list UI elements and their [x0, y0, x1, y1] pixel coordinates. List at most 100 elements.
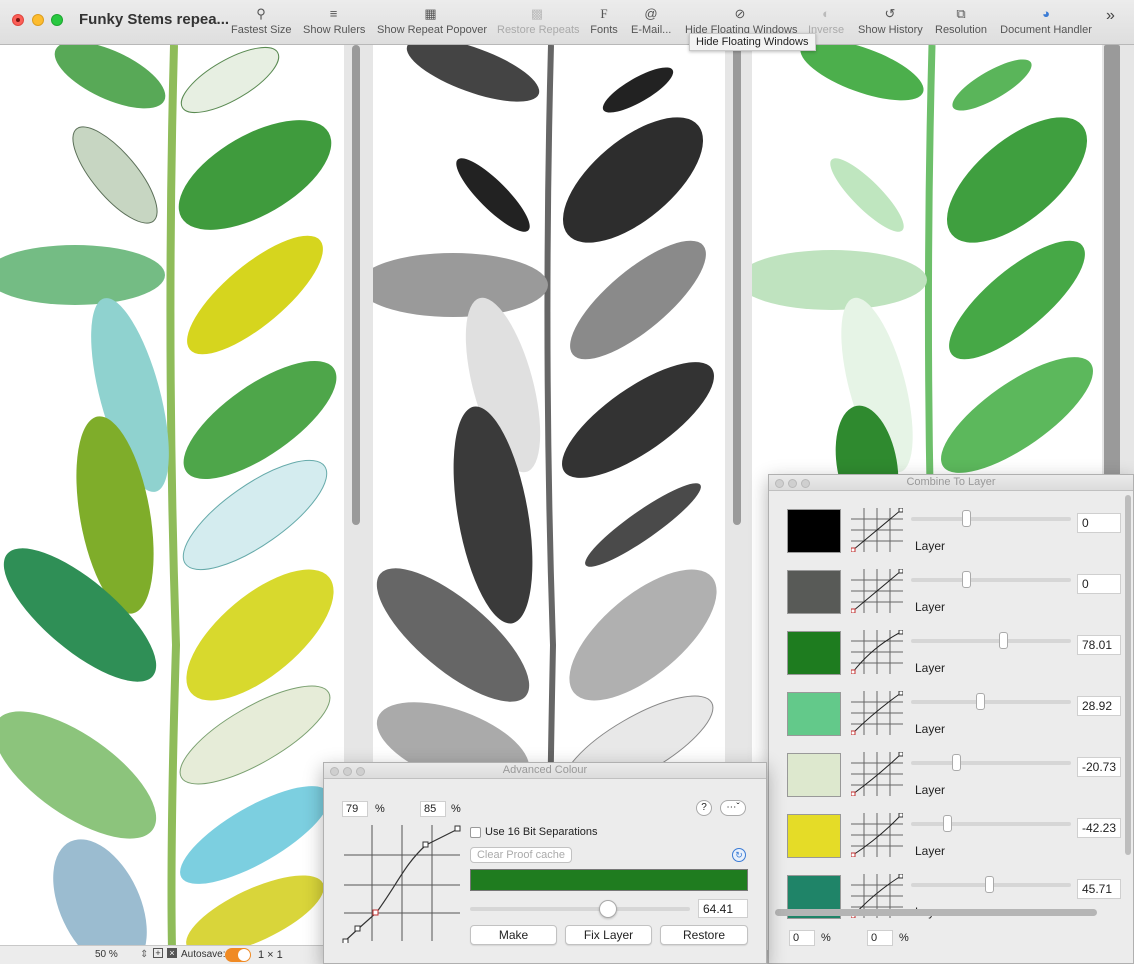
email-button[interactable]: @ E-Mail...: [631, 4, 671, 44]
layer-value-field[interactable]: 0: [1077, 513, 1121, 533]
document-handler-button[interactable]: ◕ Document Handler: [1000, 4, 1092, 44]
resolution-button[interactable]: ⧉ Resolution: [935, 4, 987, 44]
layer-colour-swatch[interactable]: [787, 570, 841, 614]
tone-curve-editor[interactable]: [342, 825, 462, 943]
restore-icon: ▩: [530, 6, 544, 21]
layer-curve-icon[interactable]: [851, 752, 903, 796]
layer-label: Layer: [915, 722, 946, 736]
add-icon[interactable]: +: [153, 948, 163, 958]
panel-scrollbar[interactable]: [733, 45, 741, 525]
email-icon: @: [644, 6, 658, 21]
vertical-scrollbar[interactable]: [1125, 495, 1131, 855]
slider-knob[interactable]: [942, 815, 952, 832]
minimize-window-button[interactable]: [32, 14, 44, 26]
layer-value-field[interactable]: 45.71: [1077, 879, 1121, 899]
toolbar: Funky Stems repea... ⚲ Fastest Size ≡ Sh…: [0, 0, 1134, 45]
artwork-original-panel[interactable]: [0, 45, 344, 950]
layer-row: Layer 0: [787, 501, 1127, 556]
show-repeat-popover-button[interactable]: ▦ Show Repeat Popover: [377, 4, 487, 44]
close-window-button[interactable]: [12, 14, 24, 26]
restore-button[interactable]: Restore: [660, 925, 748, 945]
fastest-size-button[interactable]: ⚲ Fastest Size: [231, 4, 292, 44]
layer-value-field[interactable]: -20.73: [1077, 757, 1121, 777]
toolbar-label: Fonts: [590, 24, 618, 36]
slider-knob[interactable]: [998, 632, 1008, 649]
layer-colour-swatch[interactable]: [787, 631, 841, 675]
window-title: Combine To Layer: [906, 476, 996, 488]
slider-knob[interactable]: [962, 510, 972, 527]
restore-repeats-button[interactable]: ▩ Restore Repeats: [497, 4, 580, 44]
use16-checkbox[interactable]: [470, 827, 481, 838]
layer-curve-icon[interactable]: [851, 630, 903, 674]
window-controls[interactable]: [775, 478, 814, 493]
layer-colour-swatch[interactable]: [787, 814, 841, 858]
make-button[interactable]: Make: [470, 925, 557, 945]
layer-curve-icon[interactable]: [851, 813, 903, 857]
layer-label: Layer: [915, 661, 946, 675]
clear-proof-cache-button[interactable]: Clear Proof cache: [470, 847, 572, 863]
autosave-toggle[interactable]: [225, 948, 251, 962]
layer-value-field[interactable]: 28.92: [1077, 696, 1121, 716]
layer-colour-swatch[interactable]: [787, 753, 841, 797]
layer-slider[interactable]: [911, 510, 1071, 527]
combine-to-layer-window: Combine To Layer Layer 0 Layer 0 Layer 78.01 L…: [768, 474, 1134, 964]
layer-row: Layer -42.23: [787, 806, 1127, 861]
layer-value-field[interactable]: 0: [1077, 574, 1121, 594]
panel-scrollbar[interactable]: [352, 45, 360, 525]
panel-scrollbar[interactable]: [1104, 45, 1120, 525]
layer-slider[interactable]: [911, 693, 1071, 710]
percent-field[interactable]: 0: [867, 930, 893, 946]
layer-slider[interactable]: [911, 754, 1071, 771]
slider-knob[interactable]: [599, 900, 618, 918]
window-controls[interactable]: [330, 766, 369, 781]
resolution-icon: ⧉: [956, 6, 966, 21]
layer-curve-icon[interactable]: [851, 508, 903, 552]
layer-row: Layer 0: [787, 562, 1127, 617]
layer-slider[interactable]: [911, 571, 1071, 588]
fix-layer-button[interactable]: Fix Layer: [565, 925, 652, 945]
horizontal-scrollbar[interactable]: [775, 909, 1097, 916]
options-menu-icon[interactable]: ⋯ˇ: [720, 800, 746, 816]
slider-value-field[interactable]: 64.41: [698, 899, 748, 918]
right-percent-field[interactable]: 85: [420, 801, 446, 817]
layer-curve-icon[interactable]: [851, 691, 903, 735]
percent-unit: %: [899, 932, 909, 944]
layer-slider[interactable]: [911, 876, 1071, 893]
zoom-level[interactable]: 50 %: [95, 949, 118, 960]
toolbar-label: Resolution: [935, 24, 987, 36]
slider-knob[interactable]: [962, 571, 972, 588]
maximize-window-button[interactable]: [51, 14, 63, 26]
slider-knob[interactable]: [984, 876, 994, 893]
eye-icon: ⊘: [734, 6, 746, 21]
toolbar-overflow-icon[interactable]: »: [1106, 7, 1115, 25]
value-slider[interactable]: [470, 900, 690, 918]
fonts-button[interactable]: F Fonts: [589, 4, 619, 44]
sync-icon[interactable]: ↻: [732, 848, 746, 862]
slider-knob[interactable]: [975, 693, 985, 710]
toolbar-label: Fastest Size: [231, 24, 292, 36]
layer-value-field[interactable]: -42.23: [1077, 818, 1121, 838]
percent-field[interactable]: 0: [789, 930, 815, 946]
slider-knob[interactable]: [951, 754, 961, 771]
layer-row: Layer 28.92: [787, 684, 1127, 739]
layer-curve-icon[interactable]: [851, 569, 903, 613]
help-icon[interactable]: ?: [696, 800, 712, 816]
layer-label: Layer: [915, 783, 946, 797]
fonts-icon: F: [600, 6, 608, 21]
show-rulers-button[interactable]: ≡ Show Rulers: [303, 4, 365, 44]
app-window: Funky Stems repea... ⚲ Fastest Size ≡ Sh…: [0, 0, 1134, 964]
show-history-button[interactable]: ↺ Show History: [858, 4, 923, 44]
remove-icon[interactable]: ×: [167, 948, 177, 958]
layer-colour-swatch[interactable]: [787, 692, 841, 736]
percent-unit: %: [821, 932, 831, 944]
use16-label: Use 16 Bit Separations: [485, 826, 598, 838]
left-percent-field[interactable]: 79: [342, 801, 368, 817]
repeat-count: 1 × 1: [258, 949, 283, 961]
layer-slider[interactable]: [911, 632, 1071, 649]
layer-value-field[interactable]: 78.01: [1077, 635, 1121, 655]
zoom-stepper-icon[interactable]: ⇕: [140, 949, 148, 960]
layer-colour-swatch[interactable]: [787, 509, 841, 553]
layer-slider[interactable]: [911, 815, 1071, 832]
layer-label: Layer: [915, 539, 946, 553]
autosave-label: Autosave:: [181, 949, 226, 960]
